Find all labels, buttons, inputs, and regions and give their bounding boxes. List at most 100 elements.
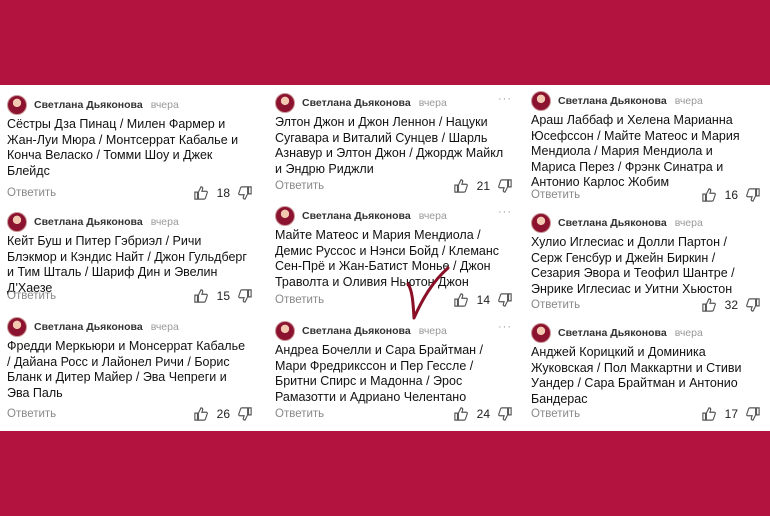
thumbs-down-icon[interactable] — [746, 298, 760, 312]
avatar[interactable] — [7, 212, 27, 232]
comment-text: Элтон Джон и Джон Леннон / Нацуки Сугава… — [275, 115, 504, 176]
comment-header: Светлана Дьяконова вчера — [275, 206, 447, 226]
vote-controls: 24 — [454, 407, 512, 421]
author-name[interactable]: Светлана Дьяконова — [302, 325, 411, 337]
vote-controls: 18 — [194, 186, 252, 200]
comment-text: Анджей Корицкий и Доминика Жуковская / П… — [531, 345, 742, 406]
comment-time: вчера — [418, 97, 447, 109]
thumbs-down-icon[interactable] — [498, 293, 512, 307]
comment-card: Светлана Дьяконова вчера Фредди Меркьюри… — [0, 317, 262, 429]
comment-header: Светлана Дьяконова вчера — [7, 212, 179, 232]
thumbs-up-icon[interactable] — [454, 407, 468, 421]
vote-controls: 17 — [702, 407, 760, 421]
author-name[interactable]: Светлана Дьяконова — [302, 97, 411, 109]
avatar[interactable] — [531, 323, 551, 343]
comment-card: Светлана Дьяконова вчера Араш Лаббаф и Х… — [524, 91, 770, 207]
comment-time: вчера — [418, 210, 447, 222]
comment-card: Светлана Дьяконова вчера Сёстры Дза Пина… — [0, 95, 262, 205]
reply-button[interactable]: Ответить — [7, 187, 56, 199]
avatar[interactable] — [275, 321, 295, 341]
comment-time: вчера — [674, 217, 703, 229]
checkmark-icon — [406, 266, 450, 320]
thumbs-down-icon[interactable] — [498, 179, 512, 193]
comment-footer: Ответить 16 — [531, 186, 760, 204]
comment-text: Хулио Иглесиас и Долли Партон / Серж Ген… — [531, 235, 735, 296]
comment-time: вчера — [674, 95, 703, 107]
thumbs-down-icon[interactable] — [238, 407, 252, 421]
comment-time: вчера — [150, 216, 179, 228]
comment-header: Светлана Дьяконова вчера — [7, 95, 179, 115]
author-name[interactable]: Светлана Дьяконова — [34, 216, 143, 228]
more-options-icon[interactable]: ··· — [498, 321, 512, 333]
thumbs-down-icon[interactable] — [746, 407, 760, 421]
reply-button[interactable]: Ответить — [531, 408, 580, 420]
thumbs-up-icon[interactable] — [702, 298, 716, 312]
vote-controls: 16 — [702, 188, 760, 202]
comment-footer: Ответить 32 — [531, 296, 760, 314]
comments-panel: Светлана Дьяконова вчера Сёстры Дза Пина… — [0, 85, 770, 431]
thumbs-up-icon[interactable] — [454, 179, 468, 193]
thumbs-up-icon[interactable] — [194, 407, 208, 421]
author-name[interactable]: Светлана Дьяконова — [558, 95, 667, 107]
comment-time: вчера — [150, 321, 179, 333]
avatar[interactable] — [7, 95, 27, 115]
likes-count: 17 — [724, 407, 738, 421]
avatar[interactable] — [531, 91, 551, 111]
thumbs-up-icon[interactable] — [194, 289, 208, 303]
author-name[interactable]: Светлана Дьяконова — [302, 210, 411, 222]
comment-footer: Ответить 18 — [7, 184, 252, 202]
reply-button[interactable]: Ответить — [531, 189, 580, 201]
avatar[interactable] — [531, 213, 551, 233]
comment-card: Светлана Дьяконова вчера ··· Элтон Джон … — [268, 93, 522, 203]
avatar[interactable] — [275, 206, 295, 226]
likes-count: 14 — [476, 293, 490, 307]
thumbs-down-icon[interactable] — [498, 407, 512, 421]
more-options-icon[interactable]: ··· — [498, 93, 512, 105]
comment-time: вчера — [674, 327, 703, 339]
reply-button[interactable]: Ответить — [275, 180, 324, 192]
vote-controls: 32 — [702, 298, 760, 312]
reply-button[interactable]: Ответить — [7, 408, 56, 420]
comment-card: Светлана Дьяконова вчера Анджей Корицкий… — [524, 323, 770, 429]
reply-button[interactable]: Ответить — [275, 294, 324, 306]
vote-controls: 21 — [454, 179, 512, 193]
author-name[interactable]: Светлана Дьяконова — [558, 327, 667, 339]
avatar[interactable] — [275, 93, 295, 113]
thumbs-down-icon[interactable] — [238, 289, 252, 303]
vote-controls: 26 — [194, 407, 252, 421]
comment-header: Светлана Дьяконова вчера — [531, 213, 703, 233]
thumbs-down-icon[interactable] — [238, 186, 252, 200]
thumbs-up-icon[interactable] — [702, 407, 716, 421]
reply-button[interactable]: Ответить — [275, 408, 324, 420]
vote-controls: 14 — [454, 293, 512, 307]
reply-button[interactable]: Ответить — [531, 299, 580, 311]
comment-footer: Ответить 26 — [7, 405, 252, 423]
likes-count: 21 — [476, 179, 490, 193]
likes-count: 26 — [216, 407, 230, 421]
comment-footer: Ответить 24 — [275, 405, 512, 423]
comment-card: Светлана Дьяконова вчера Хулио Иглесиас … — [524, 213, 770, 317]
comment-text: Сёстры Дза Пинац / Милен Фармер и Жан-Лу… — [7, 117, 239, 178]
comment-header: Светлана Дьяконова вчера — [275, 93, 447, 113]
more-options-icon[interactable]: ··· — [498, 206, 512, 218]
reply-button[interactable]: Ответить — [7, 290, 56, 302]
comment-header: Светлана Дьяконова вчера — [7, 317, 179, 337]
avatar[interactable] — [7, 317, 27, 337]
comment-header: Светлана Дьяконова вчера — [531, 323, 703, 343]
comment-text: Фредди Меркьюри и Монсеррат Кабалье / Да… — [7, 339, 246, 400]
comment-text: Андреа Бочелли и Сара Брайтман / Мари Фр… — [275, 343, 483, 404]
comment-footer: Ответить 17 — [531, 405, 760, 423]
comment-footer: Ответить 21 — [275, 177, 512, 195]
comment-header: Светлана Дьяконова вчера — [531, 91, 703, 111]
comment-footer: Ответить 15 — [7, 287, 252, 305]
thumbs-down-icon[interactable] — [746, 188, 760, 202]
author-name[interactable]: Светлана Дьяконова — [34, 321, 143, 333]
thumbs-up-icon[interactable] — [454, 293, 468, 307]
thumbs-up-icon[interactable] — [702, 188, 716, 202]
likes-count: 16 — [724, 188, 738, 202]
comment-time: вчера — [150, 99, 179, 111]
thumbs-up-icon[interactable] — [194, 186, 208, 200]
author-name[interactable]: Светлана Дьяконова — [558, 217, 667, 229]
comment-text: Араш Лаббаф и Хелена Марианна Юсефссон /… — [531, 113, 740, 189]
author-name[interactable]: Светлана Дьяконова — [34, 99, 143, 111]
